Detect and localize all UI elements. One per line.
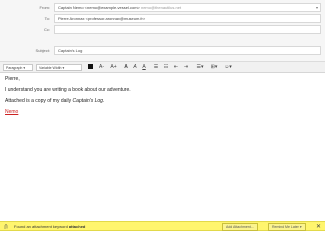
- outdent-icon[interactable]: ⇤: [172, 63, 180, 72]
- insert-icon[interactable]: ⊞▾: [208, 63, 220, 72]
- subject-label: Subject:: [35, 48, 50, 53]
- emoji-icon[interactable]: ☺▾: [222, 63, 234, 72]
- cc-row: Cc:: [0, 25, 325, 35]
- body-line-2-suffix: .: [102, 98, 105, 104]
- close-icon[interactable]: ✕: [316, 223, 321, 231]
- from-dropdown-icon[interactable]: ▾: [316, 5, 318, 10]
- font-family-select[interactable]: Variable Width ▾: [36, 64, 82, 71]
- paragraph-format-value: Paragraph: [6, 66, 23, 70]
- align-icon[interactable]: ☰▾: [194, 63, 206, 72]
- bold-button[interactable]: A: [122, 63, 130, 72]
- from-value: Captain Nemo <nemo@example-vessel.com>: [58, 5, 140, 10]
- from-hint: nemo@thenautilus.net: [139, 5, 182, 10]
- subject-field[interactable]: Captain's Log: [54, 46, 321, 55]
- reminder-prefix: Found an attachment keyword: [14, 224, 69, 229]
- format-toolbar: Paragraph ▾ Variable Width ▾ A- A+ A A A…: [0, 62, 325, 73]
- from-field[interactable]: Captain Nemo <nemo@example-vessel.com> n…: [54, 3, 321, 12]
- reminder-keyword: attached: [68, 224, 86, 229]
- body-line-2: Attached is a copy of my daily Captain's…: [5, 98, 104, 104]
- attachment-reminder-text: Found an attachment keyword attached: [14, 224, 85, 229]
- message-header: From: Captain Nemo <nemo@example-vessel.…: [0, 0, 325, 62]
- italic-button[interactable]: A: [131, 63, 139, 72]
- paperclip-icon: [4, 224, 8, 229]
- bullet-list-icon[interactable]: ☰: [152, 63, 160, 72]
- increase-size-button[interactable]: A+: [108, 63, 119, 72]
- attachment-reminder-bar: Found an attachment keyword attached Add…: [0, 221, 325, 231]
- numbered-list-icon[interactable]: ☷: [162, 63, 170, 72]
- remind-later-button[interactable]: Remind Me Later ▾: [268, 223, 306, 231]
- color-swatch-icon: [87, 64, 93, 70]
- font-family-value: Variable Width: [39, 66, 62, 70]
- text-color-button[interactable]: [86, 63, 94, 72]
- to-row: To: Pierre Aronnax <professor.aronnax@mu…: [0, 14, 325, 24]
- from-row: From: Captain Nemo <nemo@example-vessel.…: [0, 3, 325, 13]
- signature: Nemo: [5, 109, 19, 115]
- underline-button[interactable]: A: [140, 63, 148, 72]
- to-field[interactable]: Pierre Aronnax <professor.aronnax@museum…: [54, 14, 321, 23]
- paragraph-format-select[interactable]: Paragraph ▾: [3, 64, 33, 71]
- greeting-line: Pierre,: [5, 76, 20, 82]
- to-label: To:: [44, 16, 50, 21]
- decrease-size-button[interactable]: A-: [96, 63, 107, 72]
- cc-label: Cc:: [44, 27, 50, 32]
- remind-later-label: Remind Me Later: [272, 225, 299, 229]
- indent-icon[interactable]: ⇥: [182, 63, 190, 72]
- from-label: From:: [39, 5, 50, 10]
- cc-field[interactable]: [54, 25, 321, 34]
- body-line-2-prefix: Attached is a copy of my daily: [5, 98, 73, 104]
- subject-row: Subject: Captain's Log: [0, 46, 325, 56]
- body-line-1: I understand you are writing a book abou…: [5, 87, 131, 93]
- add-attachment-button[interactable]: Add Attachment...: [222, 223, 258, 231]
- log-title: Captain's Log: [72, 98, 103, 104]
